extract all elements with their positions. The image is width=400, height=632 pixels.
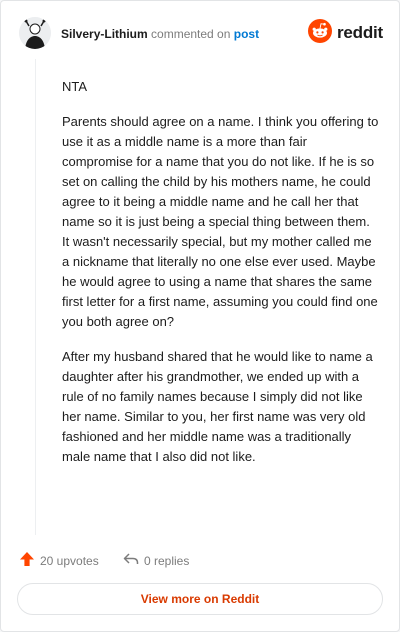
upvote-count: 20 upvotes xyxy=(40,553,99,568)
reply-button[interactable]: 0 replies xyxy=(123,551,189,570)
comment-card: Silvery-Lithium commented on post reddit xyxy=(0,0,400,632)
comment-paragraph: NTA xyxy=(62,79,88,94)
comment-paragraph: After my husband shared that he would li… xyxy=(62,349,373,464)
reply-count: 0 replies xyxy=(144,553,190,568)
reddit-wordmark: reddit xyxy=(336,23,383,42)
comment-body: NTA Parents should agree on a name. I th… xyxy=(62,77,380,482)
reply-arrow-icon xyxy=(123,551,139,570)
thread-line[interactable] xyxy=(35,59,36,535)
post-link[interactable]: post xyxy=(234,27,259,41)
upvote-arrow-icon xyxy=(19,551,35,570)
reddit-brand[interactable]: reddit xyxy=(307,18,383,48)
reddit-logo-icon xyxy=(307,18,332,48)
username-link[interactable]: Silvery-Lithium xyxy=(61,27,148,41)
avatar[interactable] xyxy=(19,17,51,49)
view-more-button[interactable]: View more on Reddit xyxy=(17,583,383,615)
commented-on-text: commented on xyxy=(151,27,231,41)
comment-header: Silvery-Lithium commented on post reddit xyxy=(19,17,383,53)
comment-paragraph: Parents should agree on a name. I think … xyxy=(62,114,379,329)
upvote-button[interactable]: 20 upvotes xyxy=(19,551,99,570)
comment-meta: Silvery-Lithium commented on post xyxy=(61,27,259,41)
